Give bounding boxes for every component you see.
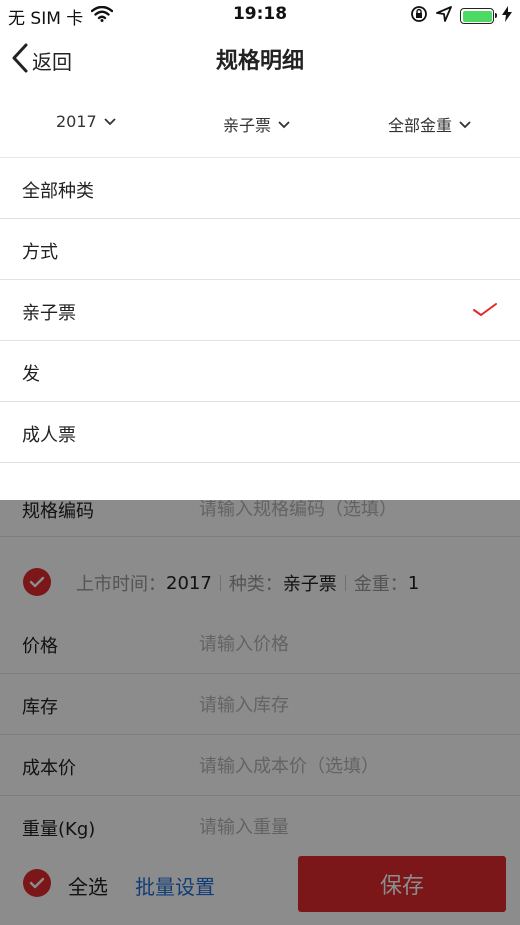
chevron-down-icon bbox=[103, 112, 117, 131]
type-dropdown: 全部种类 方式 亲子票 发 成人票 bbox=[0, 158, 520, 500]
location-icon bbox=[436, 6, 452, 26]
filter-weight-label: 全部金重 bbox=[388, 116, 453, 135]
dropdown-item-adult-ticket[interactable]: 成人票 bbox=[0, 402, 520, 463]
filter-weight[interactable]: 全部金重 bbox=[388, 112, 472, 136]
dim-overlay[interactable] bbox=[0, 500, 520, 925]
nav-bar: 返回 规格明细 bbox=[0, 30, 520, 88]
status-bar: 无 SIM 卡 19:18 bbox=[0, 0, 520, 30]
filter-year[interactable]: 2017 bbox=[56, 112, 117, 131]
page-title: 规格明细 bbox=[215, 49, 304, 74]
chevron-down-icon bbox=[277, 115, 291, 134]
dropdown-item-label: 全部种类 bbox=[22, 181, 94, 202]
chevron-down-icon bbox=[458, 115, 472, 134]
filter-type[interactable]: 亲子票 bbox=[223, 112, 291, 136]
dropdown-item-label: 方式 bbox=[22, 242, 58, 263]
dropdown-item-method[interactable]: 方式 bbox=[0, 219, 520, 280]
orientation-lock-icon bbox=[410, 5, 428, 27]
filter-bar: 2017 亲子票 全部金重 bbox=[0, 88, 520, 158]
dropdown-item-fa[interactable]: 发 bbox=[0, 341, 520, 402]
dropdown-item-all-types[interactable]: 全部种类 bbox=[0, 158, 520, 219]
dropdown-item-label: 成人票 bbox=[22, 425, 76, 446]
charging-icon bbox=[502, 6, 512, 26]
dropdown-item-label: 发 bbox=[22, 364, 40, 385]
battery-icon bbox=[460, 8, 497, 24]
checkmark-icon bbox=[472, 300, 498, 322]
dropdown-item-family-ticket[interactable]: 亲子票 bbox=[0, 280, 520, 341]
filter-year-label: 2017 bbox=[56, 112, 97, 131]
dropdown-item-label: 亲子票 bbox=[22, 303, 76, 324]
filter-type-label: 亲子票 bbox=[223, 116, 272, 135]
